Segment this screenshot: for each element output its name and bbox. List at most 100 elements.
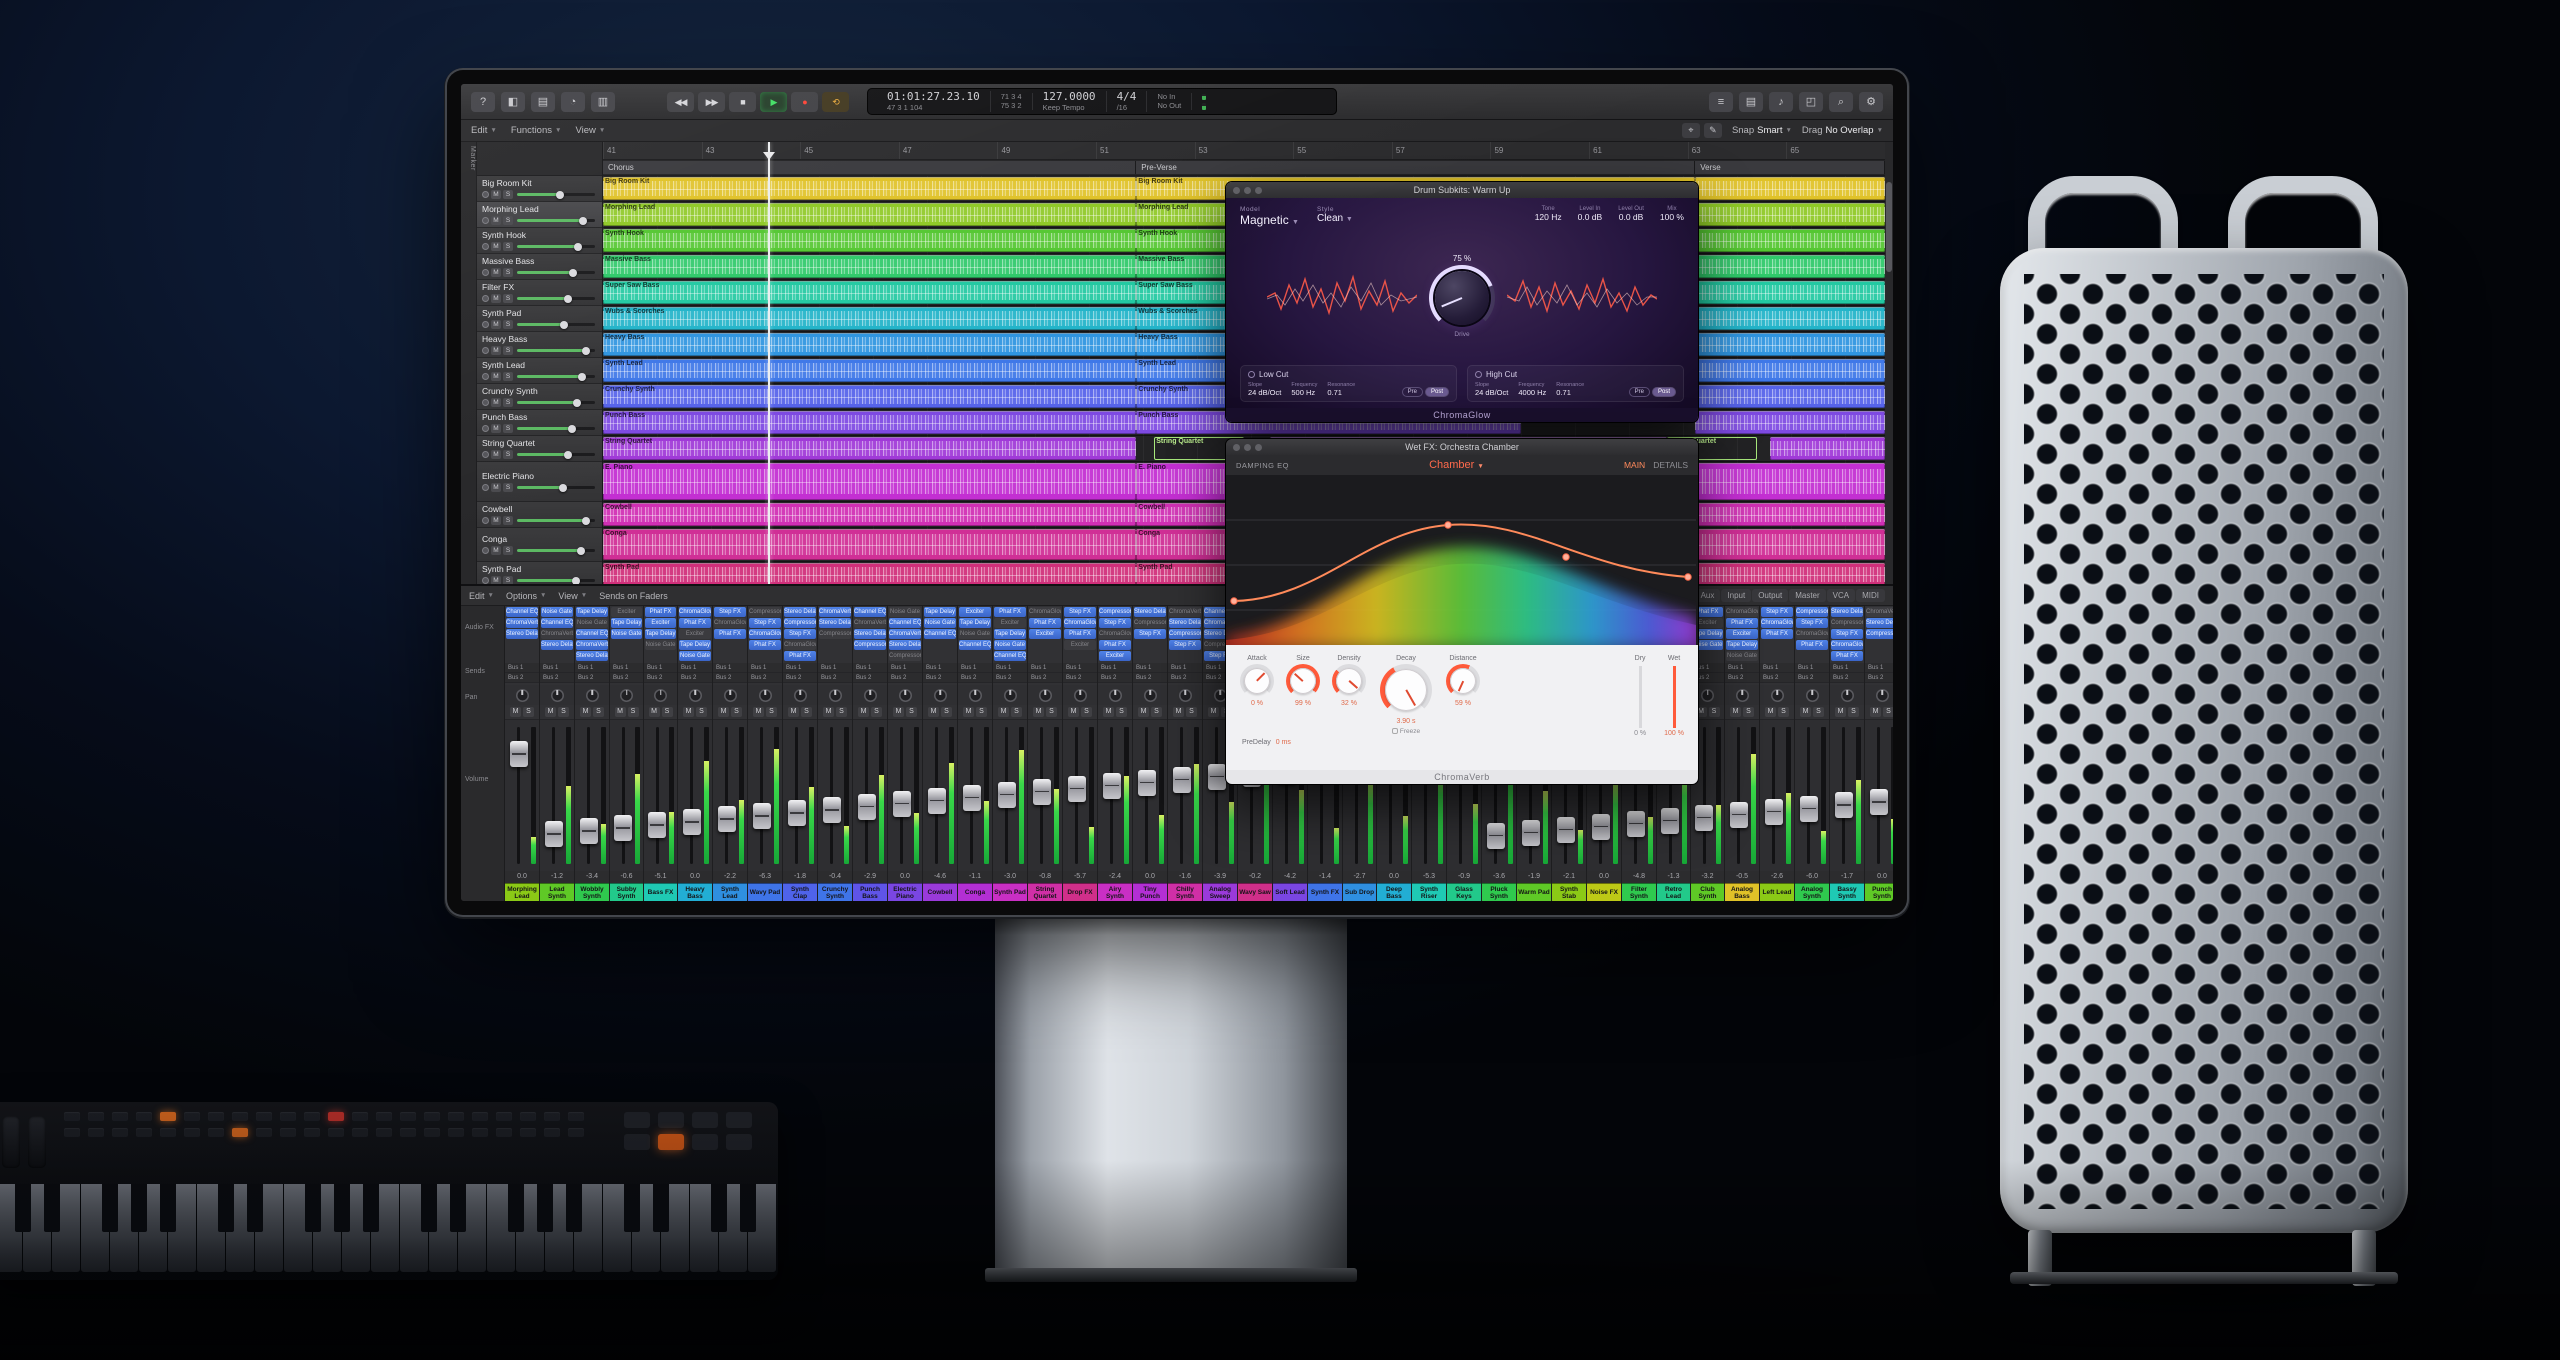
channel-fader[interactable] — [1063, 719, 1097, 871]
high-cut-resonance[interactable]: Resonance0.71 — [1556, 382, 1584, 397]
forward-button[interactable]: ▶▶ — [698, 92, 725, 112]
insert-slot[interactable]: Compressor — [854, 640, 886, 650]
fader-cap[interactable] — [1173, 767, 1191, 793]
strip-solo-button[interactable]: S — [523, 707, 534, 717]
strip-solo-button[interactable]: S — [662, 707, 673, 717]
freeze-checkbox[interactable]: Freeze — [1380, 728, 1432, 735]
region[interactable] — [1695, 203, 1885, 226]
sends-on-faders-toggle[interactable]: Sends on Faders — [599, 591, 668, 601]
insert-slot[interactable]: Phat FX — [1831, 651, 1863, 661]
fader-cap[interactable] — [1627, 811, 1645, 837]
send-slot[interactable]: Bus 2 — [644, 673, 677, 683]
strip-solo-button[interactable]: S — [731, 707, 742, 717]
channel-strip[interactable]: Tape DelayNoise GateChannel EQBus 1Bus 2… — [923, 606, 958, 901]
fader-cap[interactable] — [753, 803, 771, 829]
playhead[interactable] — [768, 142, 770, 584]
strip-mute-button[interactable]: M — [718, 707, 729, 717]
region[interactable] — [1695, 529, 1885, 560]
strip-name[interactable]: Conga — [958, 883, 992, 901]
solo-button[interactable]: S — [503, 242, 513, 251]
send-slot[interactable]: Bus 1 — [1795, 663, 1829, 673]
channel-strip[interactable]: Step FXChromaGlowPhat FXBus 1Bus 2MS-2.6… — [1760, 606, 1795, 901]
volume-knob[interactable] — [560, 321, 568, 329]
decay-knob[interactable]: Decay 3.90 s Freeze — [1380, 655, 1432, 735]
send-slot[interactable]: Bus 1 — [1725, 663, 1759, 673]
record-enable-button[interactable] — [482, 217, 489, 224]
insert-slot[interactable]: Channel EQ — [576, 629, 608, 639]
region[interactable] — [1770, 437, 1885, 460]
solo-button[interactable]: S — [503, 320, 513, 329]
high-cut-frequency[interactable]: Frequency4000 Hz — [1518, 382, 1546, 397]
insert-slot[interactable]: ChromaGlow — [1761, 618, 1793, 628]
send-slot[interactable]: Bus 2 — [1028, 673, 1062, 683]
insert-slot[interactable]: Tape Delay — [1726, 640, 1758, 650]
strip-name[interactable]: Airy Synth — [1098, 883, 1132, 901]
strip-name[interactable]: Synth Pad — [993, 883, 1027, 901]
damping-eq-tab[interactable]: DAMPING EQ — [1236, 461, 1289, 470]
send-slot[interactable]: Bus 1 — [644, 663, 677, 673]
room-type-selector[interactable]: Chamber ▼ — [1429, 459, 1484, 471]
strip-mute-button[interactable]: M — [753, 707, 764, 717]
mixer-menu-edit[interactable]: Edit▼ — [469, 591, 494, 601]
region[interactable] — [1695, 307, 1885, 330]
model-selector[interactable]: Model Magnetic ▼ — [1240, 206, 1299, 227]
record-enable-button[interactable] — [482, 321, 489, 328]
track-header[interactable]: Electric PianoMS — [477, 462, 602, 502]
insert-slot[interactable]: Compressor — [1134, 618, 1166, 628]
insert-slot[interactable]: Exciter — [1099, 651, 1131, 661]
lists-icon[interactable]: ≡ — [1709, 92, 1733, 112]
channel-fader[interactable] — [958, 719, 992, 871]
send-slot[interactable]: Bus 1 — [1830, 663, 1864, 673]
channel-fader[interactable] — [1865, 719, 1893, 871]
insert-slot[interactable]: Stereo Delay — [889, 640, 921, 650]
window-buttons[interactable] — [1233, 187, 1262, 194]
channel-strip[interactable]: Channel EQChromaVerbStereo DelayBus 1Bus… — [505, 606, 540, 901]
search-icon[interactable]: ⌕ — [1829, 92, 1853, 112]
pan-knob[interactable] — [1736, 689, 1749, 702]
insert-slot[interactable]: ChromaVerb — [1169, 607, 1201, 617]
vertical-scrollbar[interactable] — [1885, 142, 1893, 584]
volume-knob[interactable] — [564, 451, 572, 459]
region[interactable]: Super Saw Bass — [603, 281, 1136, 304]
low-cut-post-button[interactable]: Post — [1425, 387, 1449, 397]
insert-slot[interactable]: Stereo Delay — [1134, 607, 1166, 617]
strip-name[interactable]: Pluck Synth — [1482, 883, 1516, 901]
send-slot[interactable]: Bus 1 — [783, 663, 817, 673]
mute-button[interactable]: M — [491, 516, 501, 525]
volume-knob[interactable] — [574, 243, 582, 251]
knob-dial[interactable] — [1240, 664, 1274, 698]
region[interactable]: Crunchy Synth — [603, 385, 1136, 408]
arrangement-section[interactable]: Chorus — [603, 161, 1136, 174]
track-header[interactable]: Crunchy SynthMS — [477, 384, 602, 410]
strip-solo-button[interactable]: S — [1186, 707, 1197, 717]
volume-knob[interactable] — [564, 295, 572, 303]
insert-slot[interactable]: ChromaVerb — [819, 607, 851, 617]
strip-mute-button[interactable]: M — [1068, 707, 1079, 717]
channel-fader[interactable] — [1795, 719, 1829, 871]
mute-button[interactable]: M — [491, 242, 501, 251]
send-slot[interactable]: Bus 2 — [818, 673, 852, 683]
solo-button[interactable]: S — [503, 346, 513, 355]
lcd-display[interactable]: 01:01:27.23.10 47 3 1 104 71 3 4 75 3 2 … — [867, 88, 1337, 115]
insert-slot[interactable]: ChromaGlow — [714, 618, 746, 628]
high-cut-slope[interactable]: Slope24 dB/Oct — [1475, 382, 1508, 397]
insert-slot[interactable]: ChromaGlow — [1796, 629, 1828, 639]
send-slot[interactable]: Bus 2 — [575, 673, 609, 683]
insert-slot[interactable]: Tape Delay — [959, 618, 991, 628]
region[interactable]: Heavy Bass — [603, 333, 1136, 356]
solo-button[interactable]: S — [503, 576, 513, 584]
insert-slot[interactable]: Step FX — [1134, 629, 1166, 639]
region[interactable]: E. Piano — [603, 463, 1136, 500]
send-slot[interactable]: Bus 1 — [678, 663, 712, 673]
channel-fader[interactable] — [993, 719, 1027, 871]
record-enable-button[interactable] — [482, 347, 489, 354]
fader-cap[interactable] — [1522, 820, 1540, 846]
strip-mute-button[interactable]: M — [928, 707, 939, 717]
high-cut-power-button[interactable] — [1475, 371, 1482, 378]
fader-cap[interactable] — [614, 815, 632, 841]
insert-slot[interactable]: Noise Gate — [576, 618, 608, 628]
send-slot[interactable]: Bus 1 — [888, 663, 922, 673]
send-slot[interactable]: Bus 2 — [748, 673, 782, 683]
main-tab[interactable]: MAIN — [1624, 460, 1645, 470]
insert-slot[interactable]: Tape Delay — [645, 629, 676, 639]
